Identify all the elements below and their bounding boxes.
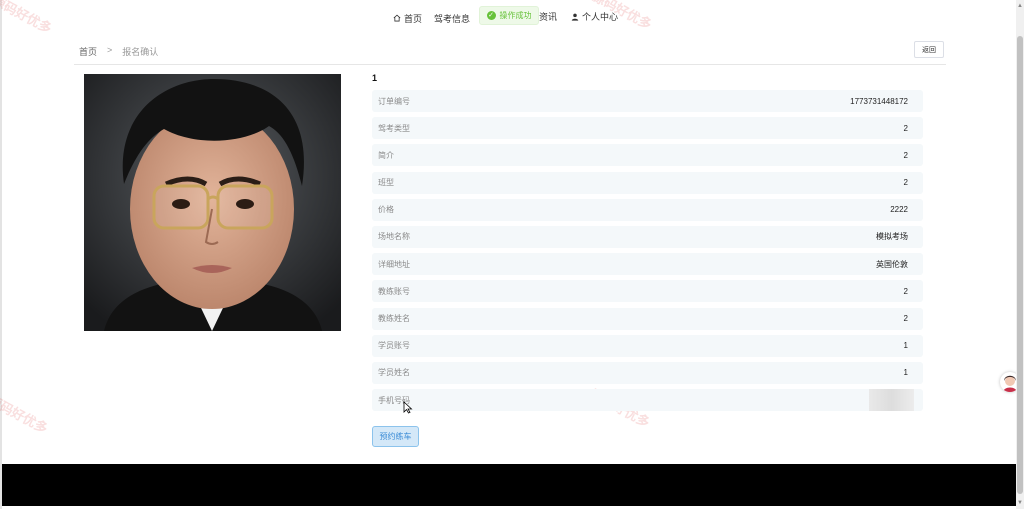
nav-home-label: 首页 bbox=[404, 13, 423, 24]
row-label: 班型 bbox=[378, 178, 394, 188]
row-label: 场地名称 bbox=[378, 232, 410, 242]
home-icon bbox=[393, 14, 401, 22]
detail-row-student-name: 学员姓名 1 bbox=[372, 361, 923, 384]
row-value: 2 bbox=[903, 314, 908, 323]
row-value: 2 bbox=[903, 178, 908, 188]
top-nav: 首页 驾考信息 bbox=[393, 10, 482, 26]
nav-user-center-label: 个人中心 bbox=[582, 12, 619, 22]
breadcrumb-bar: 首页 > 报名确认 返回 bbox=[74, 40, 946, 65]
row-label: 学员账号 bbox=[378, 341, 410, 351]
nav-exam-info-label: 驾考信息 bbox=[434, 13, 471, 24]
nav-exam-info[interactable]: 驾考信息 bbox=[434, 12, 470, 25]
user-icon bbox=[571, 13, 579, 21]
nav-news-label: 资讯 bbox=[539, 12, 558, 22]
back-button[interactable]: 返回 bbox=[914, 41, 944, 58]
coach-photo bbox=[84, 74, 341, 331]
detail-row-coach-name: 教练姓名 2 bbox=[372, 307, 923, 330]
nav-home[interactable]: 首页 bbox=[393, 12, 422, 25]
breadcrumb-home[interactable]: 首页 bbox=[79, 45, 97, 58]
row-label: 驾考类型 bbox=[378, 123, 410, 133]
row-value: 2222 bbox=[890, 205, 908, 215]
success-toast: ✓ 操作成功 bbox=[479, 6, 539, 25]
nav-user-center[interactable]: 个人中心 bbox=[571, 10, 618, 23]
detail-row-exam-type: 驾考类型 2 bbox=[372, 117, 923, 140]
detail-row-class-type: 班型 2 bbox=[372, 171, 923, 194]
row-value: 英国伦敦 bbox=[876, 259, 908, 269]
mouse-cursor-icon bbox=[403, 401, 413, 414]
detail-row-order-no: 订单编号 1773731448172 bbox=[372, 90, 923, 112]
scrollbar-thumb[interactable] bbox=[1017, 36, 1023, 494]
nav-news[interactable]: 资讯 bbox=[539, 10, 557, 23]
row-label: 教练姓名 bbox=[378, 314, 410, 323]
scroll-down-icon[interactable]: ▼ bbox=[1017, 499, 1023, 507]
row-label: 订单编号 bbox=[378, 96, 410, 106]
check-circle-icon: ✓ bbox=[486, 11, 496, 20]
masked-phone-value bbox=[869, 389, 914, 412]
row-label: 学员姓名 bbox=[378, 368, 410, 378]
row-value: 2 bbox=[903, 123, 908, 133]
row-value: 2 bbox=[903, 286, 908, 296]
detail-row-coach-account: 教练账号 2 bbox=[372, 280, 923, 303]
detail-row-price: 价格 2222 bbox=[372, 198, 923, 221]
row-label: 详细地址 bbox=[378, 259, 410, 269]
detail-row-intro: 简介 2 bbox=[372, 144, 923, 167]
breadcrumb-separator: > bbox=[107, 45, 113, 55]
detail-row-student-account: 学员账号 1 bbox=[372, 334, 923, 357]
detail-row-venue-name: 场地名称 模拟考场 bbox=[372, 225, 923, 248]
portrait-image bbox=[84, 74, 341, 331]
row-value: 1773731448172 bbox=[850, 96, 908, 106]
row-label: 教练账号 bbox=[378, 286, 410, 296]
footer bbox=[2, 464, 1016, 506]
row-value: 2 bbox=[903, 150, 908, 160]
book-practice-button[interactable]: 预约练车 bbox=[372, 426, 419, 447]
breadcrumb-current: 报名确认 bbox=[122, 47, 159, 57]
row-label: 价格 bbox=[378, 205, 394, 215]
breadcrumb: 首页 > 报名确认 bbox=[79, 45, 158, 58]
row-value: 1 bbox=[903, 368, 908, 378]
row-label: 简介 bbox=[378, 150, 394, 160]
scroll-up-icon[interactable]: ▲ bbox=[1017, 2, 1023, 10]
row-value: 模拟考场 bbox=[876, 232, 908, 242]
detail-row-address: 详细地址 英国伦敦 bbox=[372, 253, 923, 276]
detail-list: 订单编号 1773731448172 驾考类型 2 简介 2 班型 2 价格 2222 场… bbox=[372, 90, 923, 416]
detail-title: 1 bbox=[372, 73, 378, 83]
detail-row-phone: 手机号码 bbox=[372, 389, 923, 412]
row-value: 1 bbox=[903, 341, 908, 351]
toast-message: 操作成功 bbox=[499, 11, 532, 20]
